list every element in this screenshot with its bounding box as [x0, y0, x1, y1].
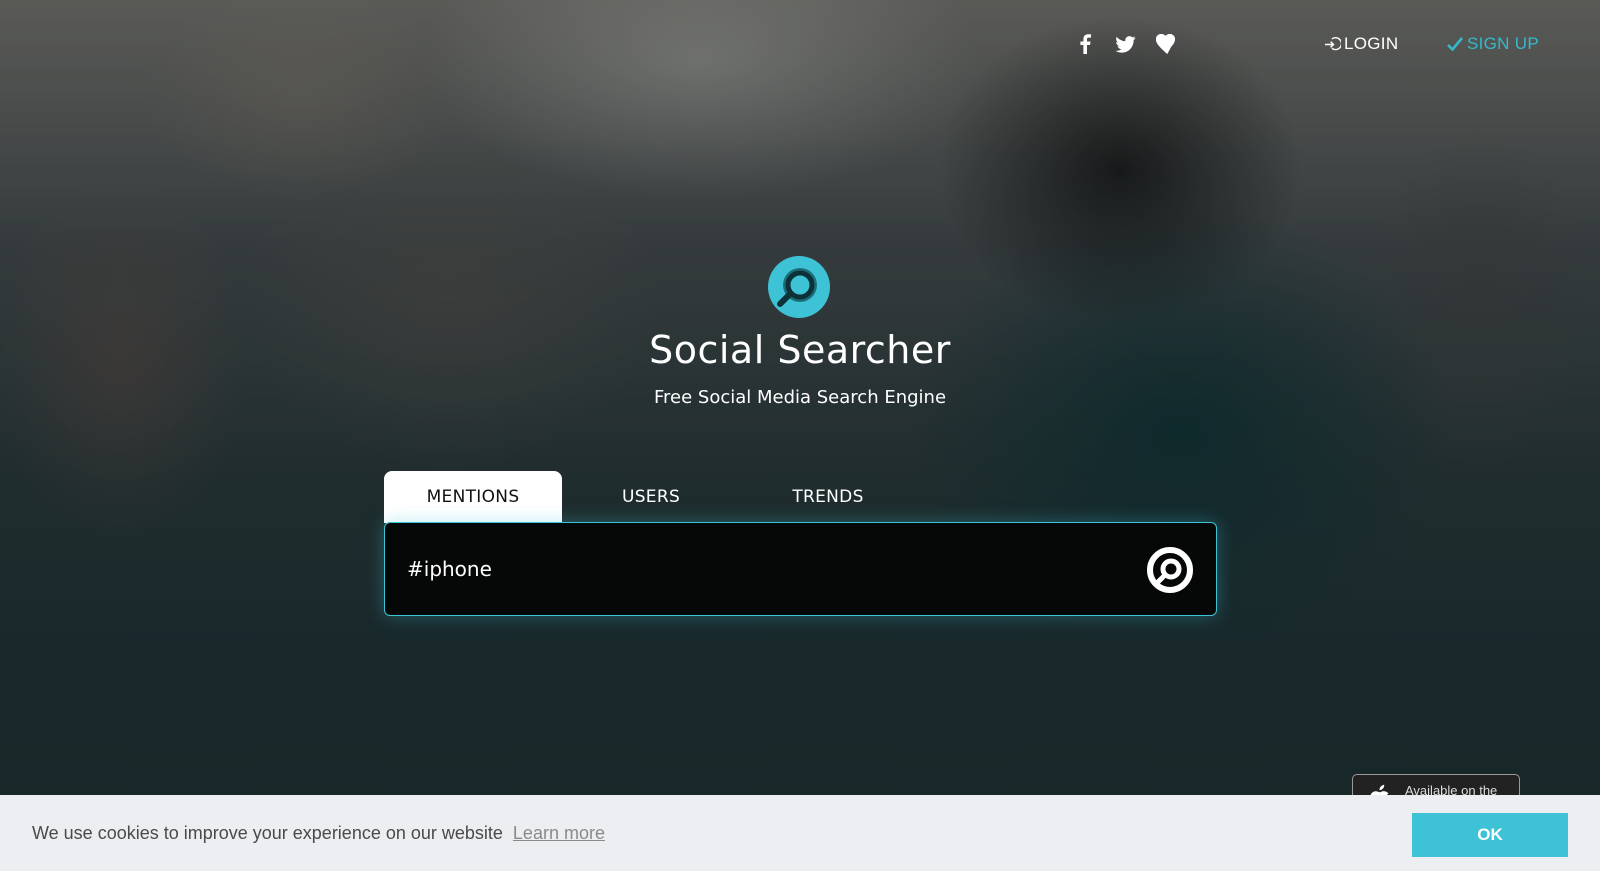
checkmark-icon	[1447, 37, 1464, 52]
tab-trends[interactable]: TRENDS	[739, 471, 917, 523]
cookie-message-row: We use cookies to improve your experienc…	[32, 795, 605, 871]
twitter-icon[interactable]	[1112, 30, 1138, 58]
brand-subtitle: Free Social Media Search Engine	[653, 387, 947, 408]
login-icon	[1324, 36, 1341, 50]
background-overlay	[0, 0, 1600, 871]
social-searcher-logo-icon	[768, 256, 830, 318]
tab-users[interactable]: USERS	[562, 471, 740, 523]
search-input[interactable]	[407, 523, 1107, 614]
brand-title: Social Searcher	[649, 328, 951, 372]
cookie-ok-button[interactable]: OK	[1412, 813, 1568, 857]
heart-icon[interactable]	[1152, 30, 1178, 58]
facebook-icon[interactable]	[1074, 30, 1096, 58]
signup-link[interactable]: SIGN UP	[1446, 30, 1539, 58]
cookie-message: We use cookies to improve your experienc…	[32, 822, 503, 843]
search-tabs: MENTIONS USERS TRENDS	[384, 471, 984, 523]
top-navigation: LOGIN SIGN UP	[0, 30, 1600, 58]
login-label: LOGIN	[1344, 34, 1399, 53]
search-icon[interactable]	[1144, 544, 1196, 596]
learn-more-link[interactable]: Learn more	[513, 823, 605, 844]
login-link[interactable]: LOGIN	[1324, 30, 1398, 58]
tab-mentions[interactable]: MENTIONS	[384, 471, 562, 523]
signup-label: SIGN UP	[1467, 34, 1540, 53]
cookie-banner: We use cookies to improve your experienc…	[0, 795, 1600, 871]
search-box	[384, 522, 1217, 616]
